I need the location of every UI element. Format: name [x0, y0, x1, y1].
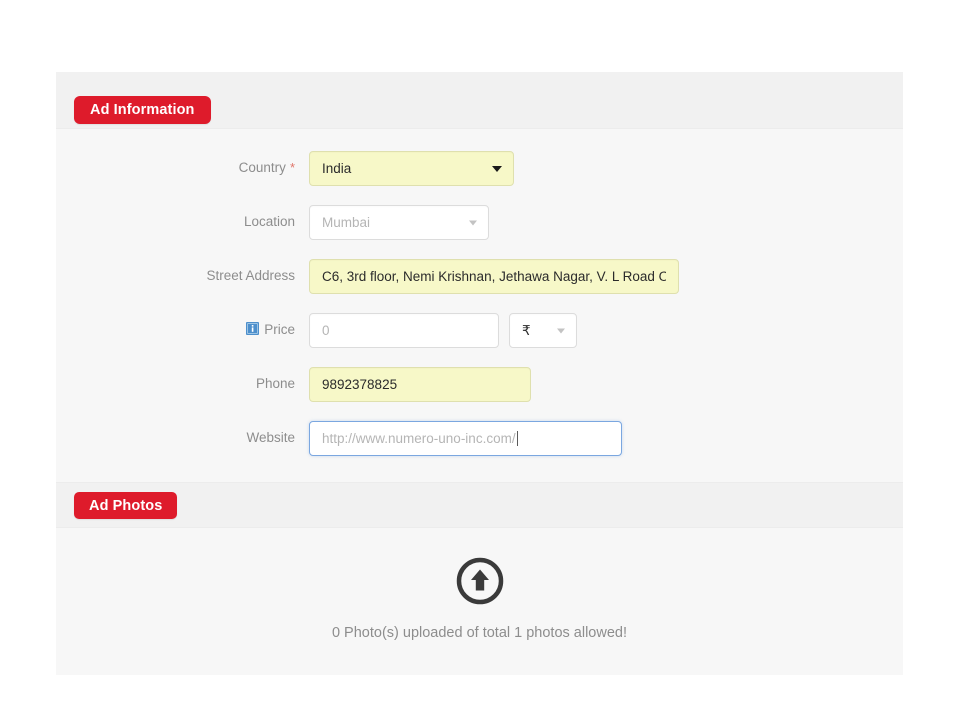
- location-select-value: Mumbai: [322, 215, 371, 230]
- website-placeholder: http://www.numero-uno-inc.com/: [322, 431, 516, 446]
- form-row-country: Country * India: [56, 151, 903, 186]
- phone-label: Phone: [255, 376, 295, 391]
- upload-status-text: 0 Photo(s) uploaded of total 1 photos al…: [331, 625, 628, 641]
- street-address-label: Street Address: [206, 268, 295, 283]
- form-row-price: Price 0 ₹: [56, 313, 903, 348]
- street-address-input[interactable]: C6, 3rd floor, Nemi Krishnan, Jethawa Na…: [309, 259, 679, 294]
- upload-circle-arrow-icon[interactable]: [56, 556, 903, 611]
- chevron-down-icon: [557, 328, 565, 333]
- country-select-value: India: [322, 161, 352, 176]
- street-address-value: C6, 3rd floor, Nemi Krishnan, Jethawa Na…: [322, 269, 666, 284]
- ad-information-header: Ad Information: [56, 72, 903, 129]
- country-field-cell: India: [309, 151, 514, 186]
- country-label: Country: [238, 160, 286, 175]
- website-label: Website: [246, 430, 295, 445]
- country-label-cell: Country *: [56, 151, 309, 175]
- tab-ad-information[interactable]: Ad Information: [74, 96, 211, 124]
- website-input[interactable]: http://www.numero-uno-inc.com/: [309, 421, 622, 456]
- price-input[interactable]: 0: [309, 313, 499, 348]
- page-root: Ad Information Country* India Location: [0, 0, 960, 720]
- text-cursor: [516, 431, 518, 446]
- price-placeholder: 0: [322, 323, 330, 338]
- chevron-down-icon: [469, 220, 477, 225]
- location-select[interactable]: Mumbai: [309, 205, 489, 240]
- chevron-down-icon: [492, 165, 502, 172]
- phone-label-cell: Phone: [56, 367, 309, 391]
- website-label-cell: Website: [56, 421, 309, 445]
- street-address-label-cell: Street Address: [56, 259, 309, 283]
- ad-information-form: Country * India Location Mumbai Street A…: [56, 129, 903, 482]
- location-label-cell: Location: [56, 205, 309, 229]
- price-label-cell: Price: [56, 313, 309, 337]
- currency-select[interactable]: ₹: [509, 313, 577, 348]
- phone-field-cell: 9892378825: [309, 367, 531, 402]
- ad-form-panel: Ad Information Country* India Location: [56, 72, 903, 675]
- location-label: Location: [243, 214, 295, 229]
- ad-photos-body: 0 Photo(s) uploaded of total 1 photos al…: [56, 528, 903, 675]
- phone-value: 9892378825: [322, 377, 398, 392]
- website-field-cell: http://www.numero-uno-inc.com/: [309, 421, 622, 456]
- tab-ad-photos[interactable]: Ad Photos: [74, 492, 178, 519]
- form-row-website: Website http://www.numero-uno-inc.com/: [56, 421, 903, 456]
- form-row-location: Location Mumbai: [56, 205, 903, 240]
- price-field-cell: 0 ₹: [309, 313, 577, 348]
- location-field-cell: Mumbai: [309, 205, 489, 240]
- form-row-phone: Phone 9892378825: [56, 367, 903, 402]
- info-icon[interactable]: [246, 322, 260, 335]
- ad-photos-header: Ad Photos: [56, 482, 903, 528]
- form-row-street-address: Street Address C6, 3rd floor, Nemi Krish…: [56, 259, 903, 294]
- country-required-asterisk: *: [289, 160, 295, 175]
- phone-input[interactable]: 9892378825: [309, 367, 531, 402]
- currency-select-value: ₹: [522, 322, 531, 338]
- street-address-field-cell: C6, 3rd floor, Nemi Krishnan, Jethawa Na…: [309, 259, 679, 294]
- price-label: Price: [264, 322, 295, 337]
- country-select[interactable]: India: [309, 151, 514, 186]
